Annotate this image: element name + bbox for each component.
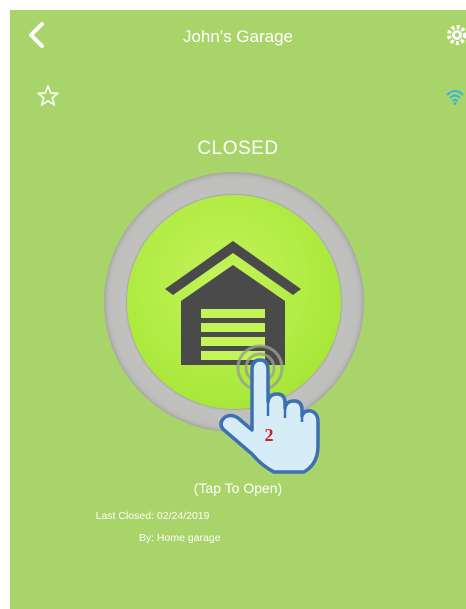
wifi-icon xyxy=(444,86,466,108)
gear-icon xyxy=(447,25,466,45)
last-closed-row: Last Closed: 02/24/2019 xyxy=(10,510,210,522)
star-outline-icon xyxy=(37,85,59,106)
tapping-hand-icon xyxy=(219,344,320,474)
favorite-button[interactable] xyxy=(36,84,60,108)
app-screen: John's Garage CLOSED 2 (Tap To Open) Las… xyxy=(10,10,466,609)
last-closed-value: 02/24/2019 xyxy=(156,510,210,522)
last-closed-label: Last Closed: xyxy=(95,510,154,522)
settings-button[interactable] xyxy=(444,22,466,48)
closed-by-value: Home garage xyxy=(156,532,221,544)
step-number-badge: 2 xyxy=(264,425,274,445)
page-title: John's Garage xyxy=(182,27,294,46)
closed-by-row: By: Home garage xyxy=(10,532,221,544)
top-bar: John's Garage xyxy=(10,10,466,60)
tap-hint: (Tap To Open) xyxy=(193,480,283,496)
closed-by-label: By: xyxy=(138,532,154,544)
door-status: CLOSED xyxy=(197,138,279,159)
